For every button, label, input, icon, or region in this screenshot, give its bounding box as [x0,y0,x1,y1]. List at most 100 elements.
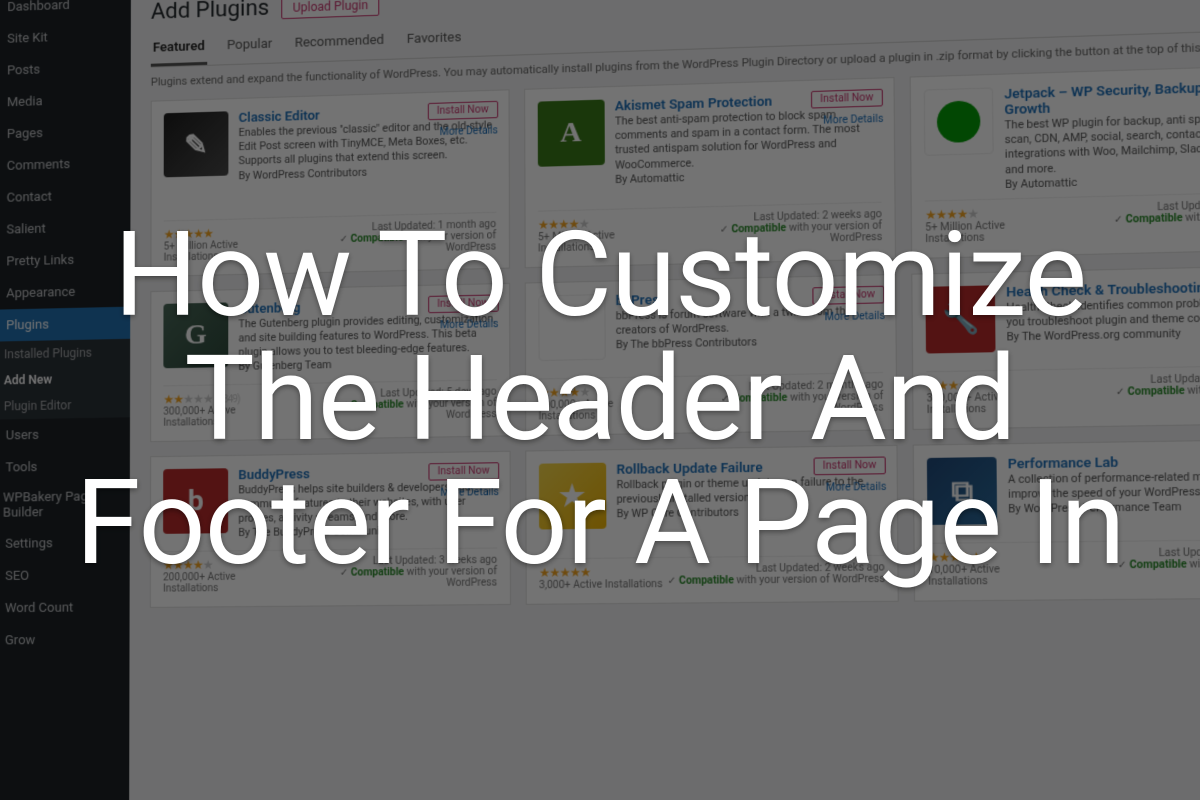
content-area: Add Plugins Upload Plugin Featured Popul… [129,0,1200,800]
sidebar-item-label: WPBakery Page Builder [3,489,120,521]
plugin-icon: ✎ [164,111,229,177]
compatibility: ✓ Compatible with your version of WordPr… [291,398,496,424]
sidebar-item-grow[interactable]: 📈Grow [0,623,130,656]
rating-stars: ★★★★★ [928,549,1062,565]
plugin-card: Install NowMore Details✎Classic EditorEn… [150,89,509,277]
install-count: 3,000+ Active Installations [539,579,663,591]
install-now-button[interactable]: Install Now [810,89,883,109]
sidebar-item-contact[interactable]: ✉Contact [0,178,130,214]
plugin-author: By WordPress Performance Team [1008,499,1200,517]
install-now-button[interactable]: Install Now [428,294,498,313]
sidebar-item-label: Tools [6,459,38,475]
sidebar-item-settings[interactable]: ⚙Settings [0,526,130,560]
sidebar-item-label: Dashboard [7,0,70,15]
plugin-card: Install NowMore DetailsGGutenbergThe Gut… [150,283,510,442]
plugin-grid: Install NowMore Details✎Classic EditorEn… [150,64,1200,607]
install-now-button[interactable]: Install Now [428,101,498,120]
plugin-card: Install NowMore Details⧉Performance LabA… [913,439,1200,602]
sidebar-item-appearance[interactable]: ✪Appearance [0,275,130,311]
plugin-card: Install NowMore Details★Rollback Update … [525,445,899,605]
compatibility: ✓ Compatible with your version of WordPr… [671,391,884,417]
more-details-link[interactable]: More Details [825,310,885,323]
sidebar-item-label: Posts [7,62,40,78]
sidebar-item-label: Appearance [6,284,75,301]
more-details-link[interactable]: More Details [823,114,883,127]
sidebar-item-label: Site Kit [7,30,48,46]
plugin-icon: G [163,302,228,368]
sidebar-item-seo[interactable]: ◐SEO [0,559,130,593]
compatibility: ✓ Compatible with your version of WordPr… [1062,558,1200,583]
upload-plugin-button[interactable]: Upload Plugin [281,0,379,19]
sidebar-item-tools[interactable]: 🛠Tools [0,450,130,485]
install-now-button[interactable]: Install Now [813,456,886,475]
rating-stars: ★★★★★ [163,557,291,573]
more-details-link[interactable]: More Details [440,319,498,331]
submenu-plugin-editor[interactable]: Plugin Editor [0,391,130,420]
install-count: 300,000+ Active Installations [538,398,671,423]
install-now-button[interactable]: Install Now [428,462,499,480]
sidebar-item-label: Grow [5,633,35,648]
compatibility: ✓ Compatible with your version of WordPr… [667,573,884,586]
sidebar-item-word-count[interactable]: #Word Count [0,591,130,625]
plugin-icon: ★ [539,463,607,530]
sidebar-item-media[interactable]: 🖼Media [0,82,131,119]
submenu-add-new[interactable]: Add New [0,365,130,394]
plugin-card: Install NowMore Details🔧Health Check & T… [912,265,1200,430]
tab-favorites[interactable]: Favorites [405,24,464,58]
sidebar-item-label: Contact [7,189,52,205]
install-count: 5+ Million Active Installations [164,238,293,263]
rating-stars: ★★★★★ [539,564,663,580]
plugin-icon [924,87,994,156]
tab-recommended[interactable]: Recommended [293,27,387,62]
plugin-card: Install NowMore DetailsJetpack – WP Secu… [910,64,1200,259]
install-count: 300,000+ Active Installations [927,391,1064,416]
sidebar-item-label: Pages [7,126,43,142]
sidebar-item-label: Users [6,427,39,443]
plugin-icon: b [163,468,228,534]
install-count: 300,000+ Active Installations [163,404,291,428]
sidebar-item-label: Media [7,94,43,110]
install-count: 5+ Million Active Installations [925,219,1064,245]
compatibility: ✓ Compatible with your version of WordPr… [1064,384,1200,411]
more-details-link[interactable]: More Details [440,125,498,138]
sidebar-item-pretty-links[interactable]: ⋯Pretty Links [0,242,130,278]
sidebar-item-pages[interactable]: ▦Pages [0,114,131,151]
plugin-icon: ⧉ [927,457,997,525]
plugin-card: Install NowMore DetailsbBuddyPressBuddyP… [150,451,511,608]
more-details-link[interactable]: More Details [826,481,887,493]
sidebar-item-label: Settings [5,536,53,552]
sidebar-item-comments[interactable]: 💬Comments [0,146,131,183]
sidebar-item-label: Pretty Links [6,252,74,269]
plugin-card: Install NowMore DetailsbbbbPressbbPress … [524,274,897,436]
sidebar-item-wpbakery-page-builder[interactable]: WWPBakery Page Builder [0,482,130,528]
submenu-installed-plugins[interactable]: Installed Plugins [0,339,130,368]
sidebar-item-salient[interactable]: ~Salient [0,210,130,246]
sidebar-item-label: Salient [6,221,45,237]
plugin-author: By The BuddyPress Community [238,523,497,540]
compatibility: ✓ Compatible with your version of WordPr… [1063,210,1200,239]
compatibility: ✓ Compatible with your version of WordPr… [293,230,497,257]
sidebar-item-users[interactable]: 👤Users [0,417,130,452]
sidebar-item-label: Word Count [5,600,73,616]
page-title: Add Plugins [151,0,269,25]
plugin-author: By WP Core Contributors [616,504,884,522]
sidebar-item-label: SEO [5,568,29,583]
tab-featured[interactable]: Featured [151,33,207,67]
compatibility: ✓ Compatible with your version of WordPr… [291,566,497,590]
install-now-button[interactable]: Install Now [812,286,885,305]
tab-popular[interactable]: Popular [225,30,274,64]
plugin-description: The best WP plugin for backup, anti spam… [1005,110,1200,177]
admin-sidebar: ⌂DashboardGSite Kit✎Posts🖼Media▦Pages💬Co… [0,0,131,800]
compatibility: ✓ Compatible with your version of WordPr… [671,220,882,248]
plugin-icon: bb [538,294,605,361]
plugin-icon: 🔧 [926,285,996,353]
plugin-description: A collection of performance-related modu… [1008,469,1200,503]
plugin-description: Health Check identifies common problems,… [1006,295,1200,331]
sidebar-item-plugins[interactable]: 🔌Plugins [0,307,130,342]
sidebar-item-label: Plugins [6,317,49,333]
install-count: 200,000+ Active Installations [163,571,291,595]
install-count: 10,000+ Active Installations [928,563,1062,587]
install-count: 5+ Million Active Installations [538,229,672,255]
wp-admin-screen: ⓦ ⌂Striving Blogger 💬0 ＋New Y Breeze WP … [0,0,1200,800]
more-details-link[interactable]: More Details [440,487,498,499]
